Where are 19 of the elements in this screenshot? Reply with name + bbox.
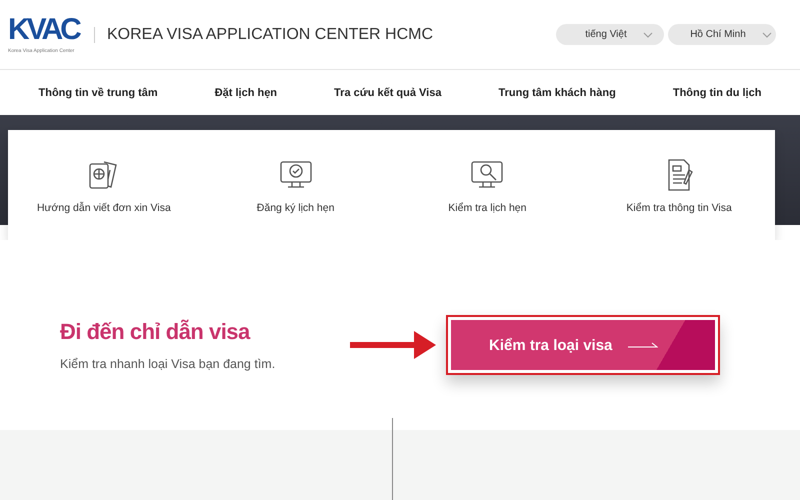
check-visa-type-button[interactable]: Kiểm tra loại visa: [451, 320, 715, 370]
service-item[interactable]: Hướng dẫn viết đơn xin Visa: [8, 156, 200, 214]
dropdown[interactable]: tiếng Việt: [556, 24, 664, 45]
chevron-down-icon: [642, 32, 653, 38]
dropdown[interactable]: Hồ Chí Minh: [668, 24, 776, 45]
nav-link[interactable]: Thông tin du lịch: [672, 86, 762, 98]
nav-link[interactable]: Thông tin về trung tâm: [38, 86, 158, 98]
service-item[interactable]: Kiểm tra thông tin Visa: [583, 156, 775, 214]
chevron-down-icon: [762, 32, 772, 38]
section-description: Kiểm tra nhanh loại Visa bạn đang tìm.: [60, 357, 276, 371]
service-item[interactable]: Kiểm tra lịch hẹn: [392, 156, 584, 214]
section-heading: Đi đến chỉ dẫn visa: [60, 319, 252, 345]
nav-link[interactable]: Trung tâm khách hàng: [498, 86, 616, 98]
arrow-icon: [350, 328, 438, 362]
nav-link[interactable]: Đặt lịch hẹn: [214, 86, 278, 98]
service-item[interactable]: Đăng ký lịch hẹn: [200, 156, 392, 214]
site-title: KOREA VISA APPLICATION CENTER HCMC: [107, 26, 434, 44]
nav-link[interactable]: Tra cứu kết quả Visa: [334, 86, 442, 98]
logo[interactable]: KVAC: [8, 16, 88, 44]
